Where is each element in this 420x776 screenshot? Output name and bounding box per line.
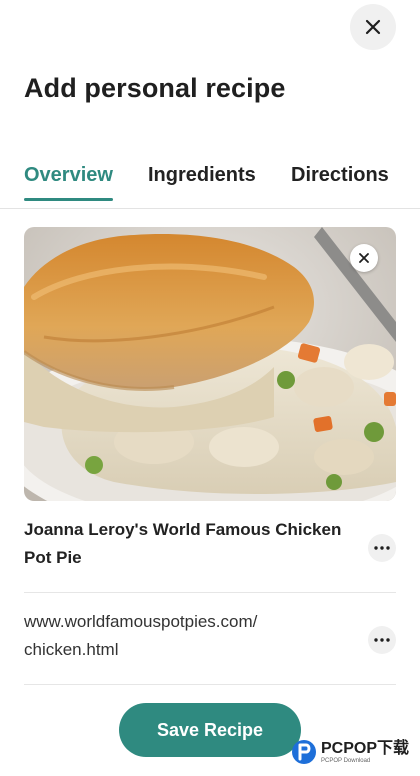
page-title: Add personal recipe [24,73,286,103]
recipe-url-row: www.worldfamouspotpies.com/ chicken.html [24,608,396,685]
add-recipe-screen: Add personal recipe Overview Ingredients… [0,0,420,776]
watermark-subtext: PCPOP Download [321,757,371,764]
tab-bar: Overview Ingredients Directions [0,150,420,209]
tab-ingredients[interactable]: Ingredients [148,164,256,201]
close-button[interactable] [350,4,396,50]
more-horizontal-icon [374,638,390,642]
save-recipe-button[interactable]: Save Recipe [119,703,301,757]
recipe-title-more-button[interactable] [368,534,396,562]
recipe-title[interactable]: Joanna Leroy's World Famous Chicken Pot … [24,516,344,572]
remove-photo-button[interactable] [350,244,378,272]
tab-directions[interactable]: Directions [291,164,389,201]
close-icon [359,253,369,263]
more-horizontal-icon [374,546,390,550]
recipe-url[interactable]: www.worldfamouspotpies.com/ chicken.html [24,608,344,664]
tab-overview[interactable]: Overview [24,164,113,201]
recipe-title-row: Joanna Leroy's World Famous Chicken Pot … [24,516,396,593]
watermark: PCPOP下载 PCPOP Download [290,738,409,766]
recipe-url-more-button[interactable] [368,626,396,654]
close-icon [365,19,381,35]
watermark-brand: PCPOP下载 [321,739,410,757]
recipe-photo [24,227,396,501]
watermark-logo-icon [292,740,316,764]
